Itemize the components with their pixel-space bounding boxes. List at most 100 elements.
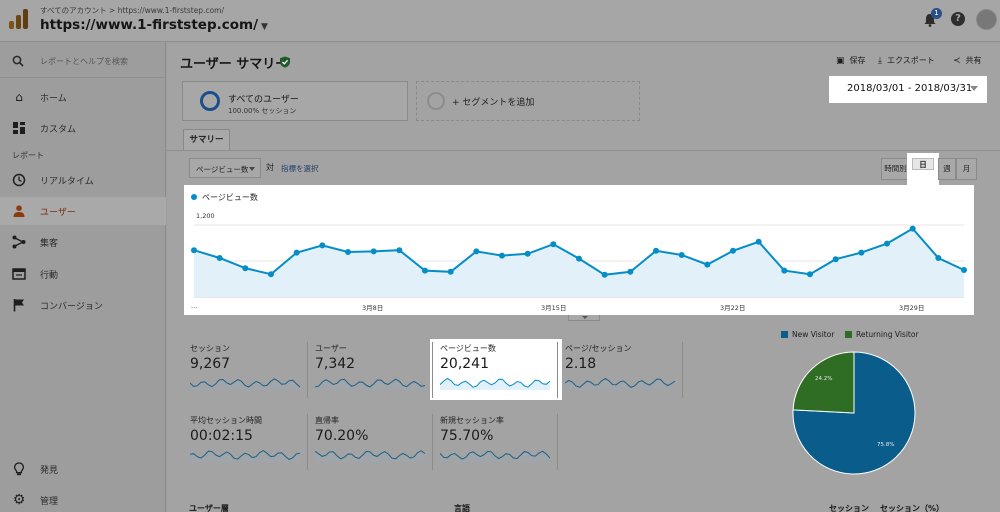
sidebar-item-conversions[interactable]: コンバージョン — [0, 291, 166, 319]
table-header-sessions: セッション — [829, 504, 869, 512]
metric-value: 75.70% — [440, 428, 494, 444]
acquisition-icon — [12, 235, 26, 249]
metric-value: 20,241 — [440, 356, 489, 372]
save-button[interactable]: ▣ 保存 — [836, 55, 866, 66]
chevron-down-icon — [249, 167, 255, 171]
reports-section-label: レポート — [12, 151, 44, 160]
sidebar-item-label: ホーム — [40, 94, 67, 104]
sidebar-item-acquisition[interactable]: 集客 — [0, 228, 166, 256]
granularity-week-button[interactable]: 週 — [938, 158, 956, 180]
avatar[interactable] — [976, 9, 997, 30]
home-icon: ⌂ — [15, 90, 23, 104]
data-point — [370, 248, 377, 255]
pageviews-line-chart[interactable] — [184, 185, 974, 315]
granularity-month-button[interactable]: 月 — [956, 158, 977, 180]
granularity-day-button[interactable]: 日 — [907, 153, 939, 185]
metric-sparkline — [440, 450, 550, 462]
sidebar-item-discover[interactable]: 発見 — [0, 455, 166, 483]
data-point — [345, 249, 351, 255]
sidebar-item-label: コンバージョン — [40, 302, 103, 312]
analytics-logo-icon[interactable] — [9, 9, 29, 29]
metric-pageviews[interactable]: ページビュー数 20,241 — [440, 343, 552, 405]
chevron-down-icon — [970, 86, 978, 91]
sidebar-item-users[interactable]: ユーザー — [0, 197, 166, 225]
pie-slice-label: 75.8% — [877, 442, 895, 448]
chart-collapse-handle[interactable] — [568, 315, 600, 321]
divider — [432, 342, 433, 398]
download-icon: ⤓ — [878, 56, 882, 66]
data-point — [473, 248, 480, 255]
granularity-hourly-button[interactable]: 時間別 — [881, 158, 910, 180]
metric-selector-value: ページビュー数 — [196, 165, 249, 174]
share-label: 共有 — [965, 56, 982, 65]
notification-badge: 1 — [931, 8, 942, 19]
divider — [557, 342, 558, 398]
date-range-picker[interactable]: 2018/03/01 - 2018/03/31 — [829, 76, 987, 103]
sidebar-search[interactable]: レポートとヘルプを検索 — [0, 44, 166, 78]
data-point — [755, 238, 762, 245]
metric-pages-per-session[interactable]: ページ/セッション 2.18 — [565, 343, 677, 405]
metric-sparkline — [190, 450, 300, 462]
sparkline-area — [565, 378, 675, 390]
breadcrumb[interactable]: すべてのアカウント > https://www.1-firststep.com/ — [40, 5, 224, 16]
select-metric-link[interactable]: 指標を選択 — [281, 163, 319, 174]
data-point — [730, 247, 736, 254]
metric-avg-session-duration[interactable]: 平均セッション時間 00:02:15 — [190, 415, 302, 477]
data-point — [807, 271, 813, 278]
sidebar-item-realtime[interactable]: リアルタイム — [0, 166, 166, 194]
chevron-down-icon — [582, 316, 588, 319]
data-point — [781, 267, 788, 274]
visitor-type-pie-chart[interactable] — [792, 351, 916, 475]
help-icon[interactable]: ? — [951, 12, 965, 26]
table-header-language: 言語 — [454, 504, 470, 512]
table-header-user-type: ユーザー層 — [189, 504, 229, 512]
data-point — [242, 265, 249, 272]
tab-summary[interactable]: サマリー — [183, 129, 230, 150]
export-button[interactable]: ⤓ エクスポート — [878, 55, 935, 66]
lightbulb-icon — [13, 462, 25, 476]
sidebar-item-home[interactable]: ⌂ ホーム — [0, 83, 166, 111]
divider — [307, 342, 308, 398]
segment-ring-icon — [200, 91, 220, 111]
metric-value: 7,342 — [315, 356, 356, 372]
page-title: ユーザー サマリー — [180, 57, 289, 72]
divider — [432, 414, 433, 470]
metric-sessions[interactable]: セッション 9,267 — [190, 343, 302, 405]
metric-sparkline — [315, 450, 425, 462]
metric-value: 9,267 — [190, 356, 231, 372]
data-point — [935, 255, 942, 261]
pie-legend-new-visitor[interactable]: New Visitor — [781, 330, 834, 339]
metric-bounce-rate[interactable]: 直帰率 70.20% — [315, 415, 427, 477]
legend-swatch — [845, 331, 852, 338]
metric-selector[interactable]: ページビュー数 — [189, 158, 261, 178]
x-tick-label: ... — [191, 302, 198, 310]
data-point — [576, 255, 582, 262]
sidebar-item-admin[interactable]: ⚙ 管理 — [0, 486, 166, 512]
data-point — [319, 242, 326, 249]
metric-label: ユーザー — [315, 344, 347, 353]
sidebar-item-label: 集客 — [40, 239, 59, 249]
granularity-day-label: 日 — [912, 158, 934, 170]
pie-legend-returning-visitor[interactable]: Returning Visitor — [845, 330, 919, 339]
sidebar-item-custom[interactable]: カスタム — [0, 114, 166, 142]
save-label: 保存 — [849, 56, 866, 65]
sidebar-item-label: 行動 — [40, 271, 59, 281]
metric-value: 70.20% — [315, 428, 369, 444]
save-icon: ▣ — [836, 56, 845, 66]
behavior-icon — [12, 268, 26, 280]
segment-name: すべてのユーザー — [228, 95, 299, 105]
data-point — [909, 225, 916, 232]
x-tick-label: 3月29日 — [899, 304, 925, 312]
segment-empty-ring-icon — [427, 92, 445, 110]
data-point — [884, 240, 890, 247]
segment-share: 100.00% セッション — [228, 107, 297, 115]
divider — [682, 342, 683, 398]
sidebar-item-behavior[interactable]: 行動 — [0, 260, 166, 288]
metric-users[interactable]: ユーザー 7,342 — [315, 343, 427, 405]
account-selector[interactable]: https://www.1-firststep.com/▼ — [40, 17, 268, 33]
data-point — [550, 241, 557, 248]
metric-label: 平均セッション時間 — [190, 416, 262, 425]
metric-new-session-rate[interactable]: 新規セッション率 75.70% — [440, 415, 552, 477]
metric-label: セッション — [190, 344, 230, 353]
share-button[interactable]: ≺ 共有 — [953, 55, 982, 66]
